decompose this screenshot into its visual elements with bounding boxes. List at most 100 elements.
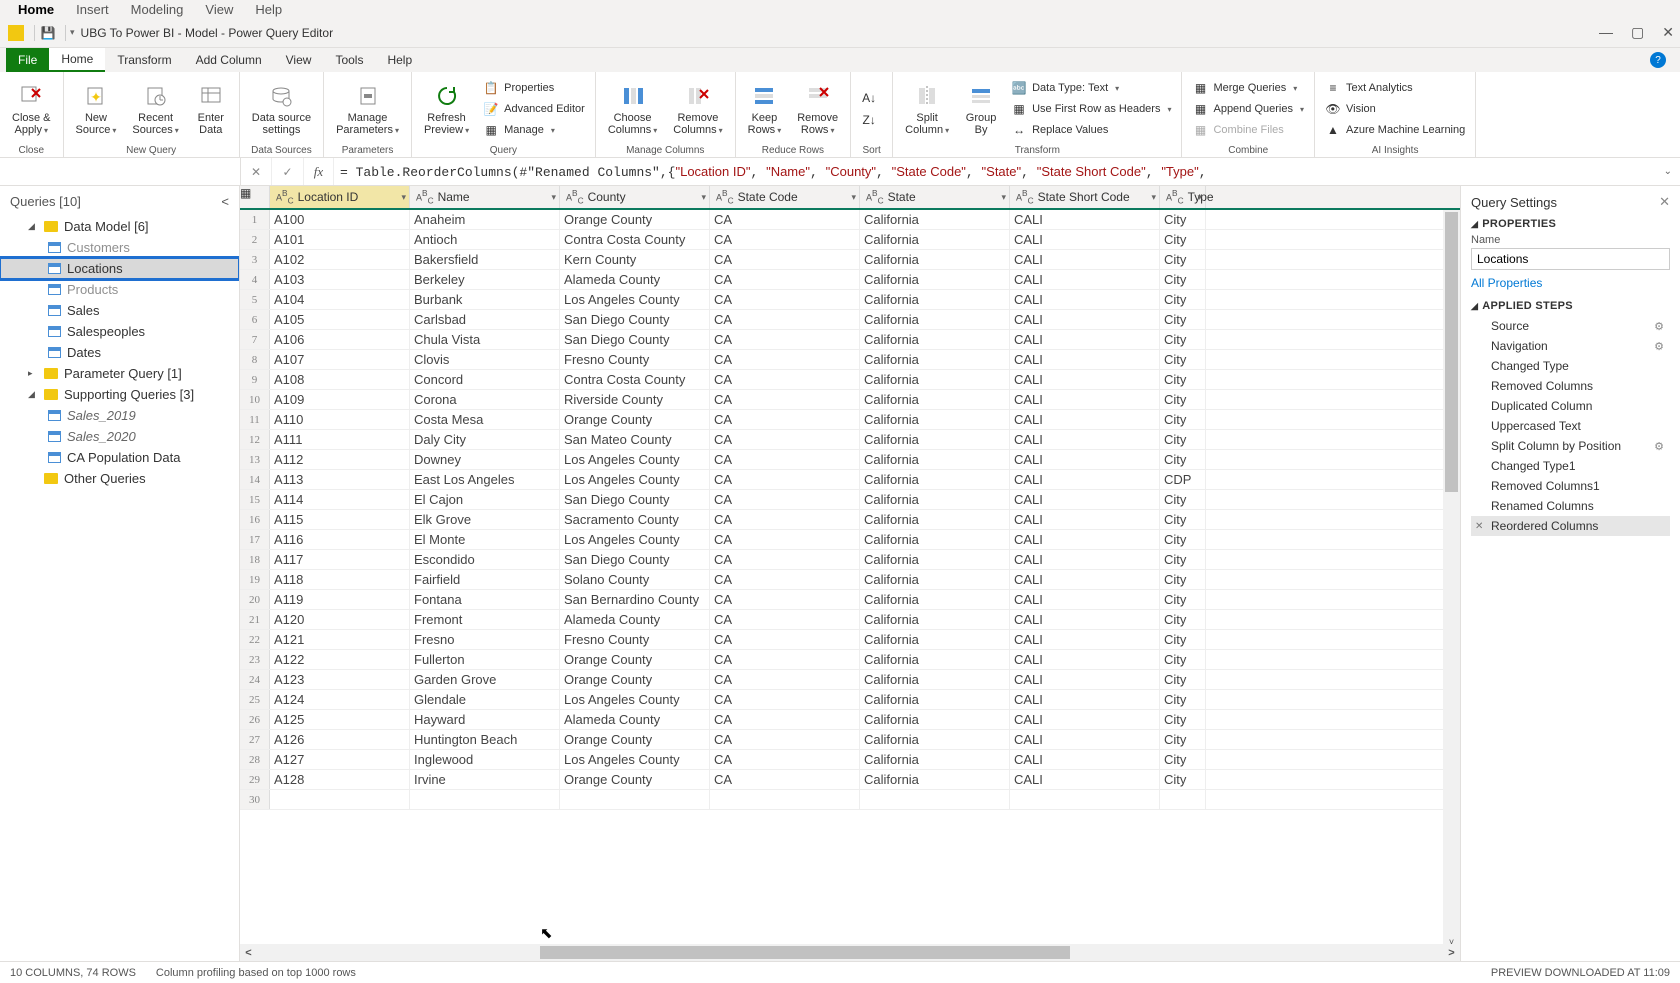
- tab-help[interactable]: Help: [375, 48, 424, 72]
- table-row[interactable]: 30: [240, 790, 1460, 810]
- ribbon-button-small[interactable]: ↔Replace Values: [1007, 120, 1175, 140]
- ribbon-button-small[interactable]: ≡Text Analytics: [1321, 78, 1469, 98]
- table-row[interactable]: 2A101AntiochContra Costa CountyCACalifor…: [240, 230, 1460, 250]
- ribbon-button-small[interactable]: 📋Properties: [479, 78, 589, 98]
- ribbon-button[interactable]: EnterData: [189, 80, 233, 138]
- table-row[interactable]: 29A128IrvineOrange CountyCACaliforniaCAL…: [240, 770, 1460, 790]
- table-row[interactable]: 25A124GlendaleLos Angeles CountyCACalifo…: [240, 690, 1460, 710]
- scroll-right-icon[interactable]: >: [1443, 947, 1460, 959]
- gear-icon[interactable]: ⚙: [1654, 440, 1664, 453]
- gear-icon[interactable]: ⚙: [1654, 320, 1664, 333]
- column-header[interactable]: ABCCounty▾: [560, 186, 710, 208]
- applied-step[interactable]: Source⚙: [1471, 316, 1670, 336]
- query-table[interactable]: Customers: [0, 237, 239, 258]
- all-properties-link[interactable]: All Properties: [1471, 276, 1670, 290]
- table-row[interactable]: 14A113East Los AngelesLos Angeles County…: [240, 470, 1460, 490]
- ribbon-button-small[interactable]: A↓: [857, 88, 886, 108]
- column-header[interactable]: ABCState▾: [860, 186, 1010, 208]
- table-row[interactable]: 22A121FresnoFresno CountyCACaliforniaCAL…: [240, 630, 1460, 650]
- column-header[interactable]: ABCName▾: [410, 186, 560, 208]
- ribbon-button-small[interactable]: Z↓: [857, 110, 886, 130]
- ribbon-button-small[interactable]: 🔤Data Type: Text▾: [1007, 78, 1175, 98]
- ribbon-button[interactable]: ManageParameters▾: [330, 80, 405, 138]
- table-row[interactable]: 9A108ConcordContra Costa CountyCACalifor…: [240, 370, 1460, 390]
- filter-icon[interactable]: ▾: [1197, 192, 1202, 203]
- table-row[interactable]: 1A100AnaheimOrange CountyCACaliforniaCAL…: [240, 210, 1460, 230]
- query-table[interactable]: Dates: [0, 342, 239, 363]
- tab-home[interactable]: Home: [49, 48, 105, 72]
- applied-step[interactable]: Split Column by Position⚙: [1471, 436, 1670, 456]
- ribbon-button[interactable]: ✦NewSource▾: [70, 80, 123, 138]
- table-row[interactable]: 26A125HaywardAlameda CountyCACaliforniaC…: [240, 710, 1460, 730]
- applied-step[interactable]: ✕Reordered Columns: [1471, 516, 1670, 536]
- ribbon-button-small[interactable]: ▦Manage▾: [479, 120, 589, 140]
- filter-icon[interactable]: ▾: [551, 192, 556, 203]
- filter-icon[interactable]: ▾: [401, 192, 406, 203]
- save-icon[interactable]: 💾: [39, 24, 57, 42]
- formula-expand-icon[interactable]: ⌄: [1664, 166, 1672, 177]
- filter-icon[interactable]: ▾: [1001, 192, 1006, 203]
- table-row[interactable]: 21A120FremontAlameda CountyCACaliforniaC…: [240, 610, 1460, 630]
- horizontal-scrollbar[interactable]: < >: [240, 944, 1460, 961]
- column-header[interactable]: ABCState Code▾: [710, 186, 860, 208]
- minimize-button[interactable]: ―: [1599, 24, 1613, 41]
- table-row[interactable]: 23A122FullertonOrange CountyCACalifornia…: [240, 650, 1460, 670]
- query-table[interactable]: Products: [0, 279, 239, 300]
- ribbon-button[interactable]: Data sourcesettings: [246, 80, 317, 138]
- ribbon-button[interactable]: GroupBy: [959, 80, 1003, 138]
- filter-icon[interactable]: ▾: [701, 192, 706, 203]
- maximize-button[interactable]: ▢: [1631, 24, 1644, 41]
- column-header[interactable]: ABCState Short Code▾: [1010, 186, 1160, 208]
- scroll-left-icon[interactable]: <: [240, 947, 257, 959]
- help-icon[interactable]: ?: [1650, 52, 1666, 68]
- ribbon-button[interactable]: KeepRows▾: [742, 80, 788, 138]
- query-folder[interactable]: ▸Parameter Query [1]: [0, 363, 239, 384]
- applied-step[interactable]: Duplicated Column: [1471, 396, 1670, 416]
- query-table[interactable]: Salespeoples: [0, 321, 239, 342]
- query-folder[interactable]: ◢Supporting Queries [3]: [0, 384, 239, 405]
- tab-file[interactable]: File: [6, 48, 49, 72]
- query-table[interactable]: Sales_2020: [0, 426, 239, 447]
- table-row[interactable]: 24A123Garden GroveOrange CountyCACalifor…: [240, 670, 1460, 690]
- ribbon-button-small[interactable]: ▦Append Queries▾: [1188, 99, 1308, 119]
- formula-input[interactable]: = Table.ReorderColumns(#"Renamed Columns…: [334, 164, 1658, 180]
- ribbon-button-small[interactable]: 📝Advanced Editor: [479, 99, 589, 119]
- table-row[interactable]: 17A116El MonteLos Angeles CountyCACalifo…: [240, 530, 1460, 550]
- table-row[interactable]: 7A106Chula VistaSan Diego CountyCACalifo…: [240, 330, 1460, 350]
- applied-step[interactable]: Changed Type1: [1471, 456, 1670, 476]
- close-button[interactable]: ✕: [1662, 24, 1674, 41]
- column-header[interactable]: ABCType▾: [1160, 186, 1206, 208]
- table-row[interactable]: 3A102BakersfieldKern CountyCACaliforniaC…: [240, 250, 1460, 270]
- query-table[interactable]: Sales_2019: [0, 405, 239, 426]
- ribbon-button[interactable]: RefreshPreview▾: [418, 80, 475, 138]
- query-table[interactable]: Sales: [0, 300, 239, 321]
- filter-icon[interactable]: ▾: [1151, 192, 1156, 203]
- collapse-queries-icon[interactable]: <: [221, 194, 229, 209]
- applied-step[interactable]: Changed Type: [1471, 356, 1670, 376]
- applied-step[interactable]: Uppercased Text: [1471, 416, 1670, 436]
- table-row[interactable]: 27A126Huntington BeachOrange CountyCACal…: [240, 730, 1460, 750]
- ribbon-button[interactable]: RemoveColumns▾: [667, 80, 728, 138]
- table-row[interactable]: 16A115Elk GroveSacramento CountyCACalifo…: [240, 510, 1460, 530]
- table-row[interactable]: 8A107ClovisFresno CountyCACaliforniaCALI…: [240, 350, 1460, 370]
- tab-tools[interactable]: Tools: [323, 48, 375, 72]
- table-row[interactable]: 19A118FairfieldSolano CountyCACalifornia…: [240, 570, 1460, 590]
- table-row[interactable]: 20A119FontanaSan Bernardino CountyCACali…: [240, 590, 1460, 610]
- table-row[interactable]: 6A105CarlsbadSan Diego CountyCACaliforni…: [240, 310, 1460, 330]
- table-corner[interactable]: ▦: [240, 186, 270, 208]
- query-table[interactable]: CA Population Data: [0, 447, 239, 468]
- applied-step[interactable]: Navigation⚙: [1471, 336, 1670, 356]
- ribbon-button[interactable]: ChooseColumns▾: [602, 80, 663, 138]
- query-folder[interactable]: Other Queries: [0, 468, 239, 489]
- tab-add-column[interactable]: Add Column: [184, 48, 274, 72]
- query-table[interactable]: Locations: [0, 258, 239, 279]
- fx-icon[interactable]: fx: [304, 158, 334, 185]
- table-row[interactable]: 11A110Costa MesaOrange CountyCACaliforni…: [240, 410, 1460, 430]
- ribbon-button-small[interactable]: ▲Azure Machine Learning: [1321, 120, 1469, 140]
- table-row[interactable]: 5A104BurbankLos Angeles CountyCACaliforn…: [240, 290, 1460, 310]
- table-row[interactable]: 13A112DowneyLos Angeles CountyCACaliforn…: [240, 450, 1460, 470]
- ribbon-button[interactable]: SplitColumn▾: [899, 80, 955, 138]
- tab-transform[interactable]: Transform: [105, 48, 183, 72]
- query-name-input[interactable]: [1471, 248, 1670, 270]
- table-row[interactable]: 10A109CoronaRiverside CountyCACalifornia…: [240, 390, 1460, 410]
